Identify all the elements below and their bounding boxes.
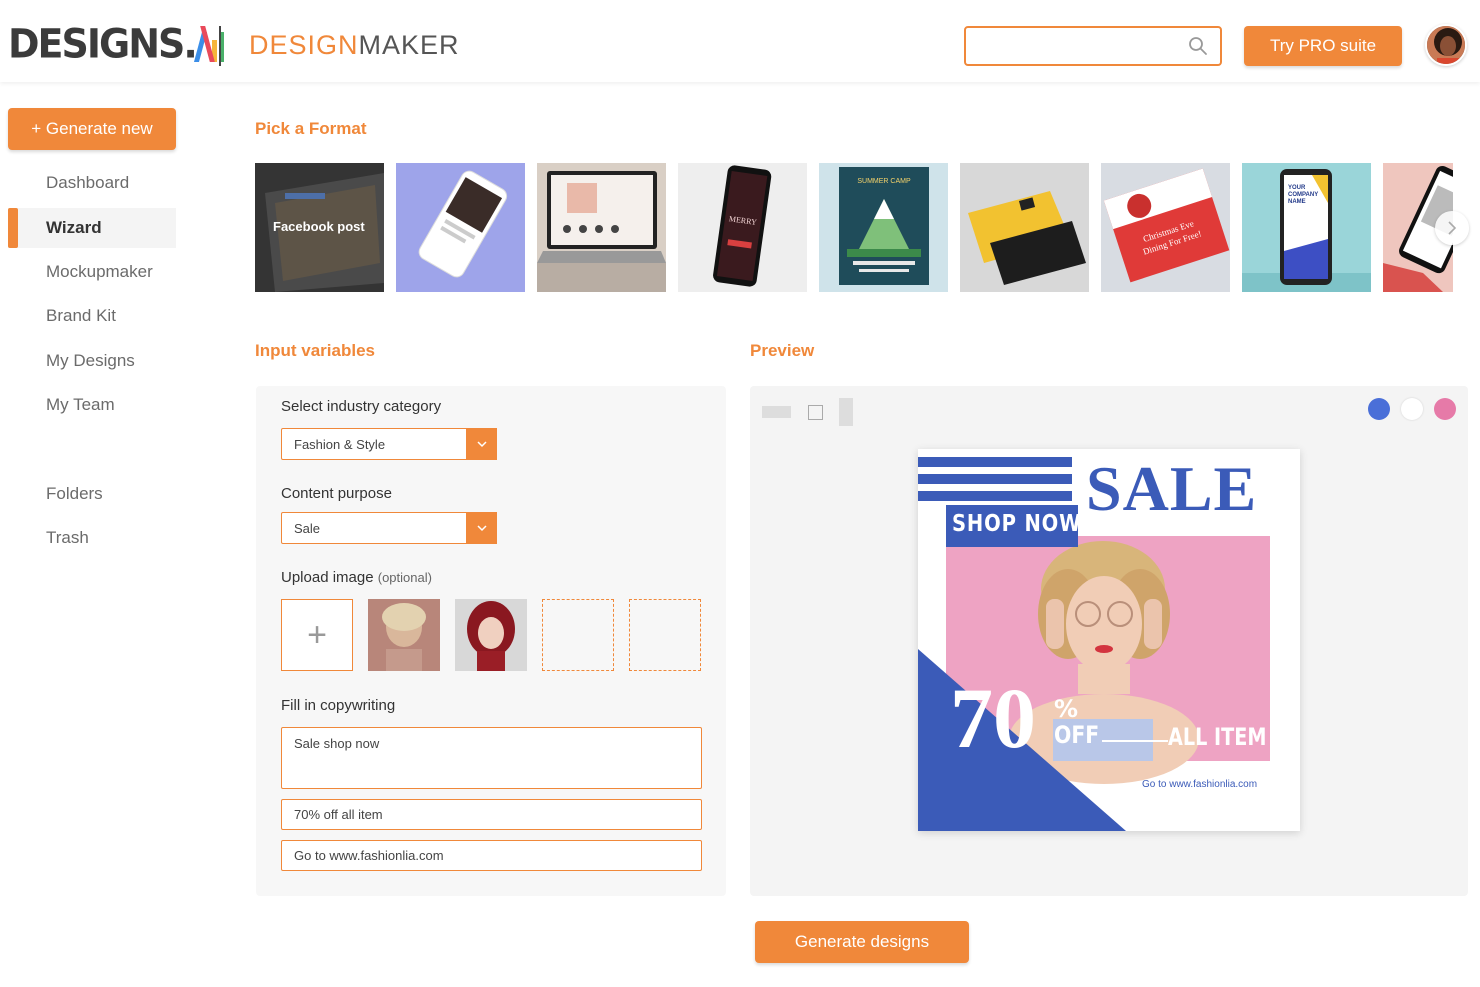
try-pro-button[interactable]: Try PRO suite: [1244, 26, 1402, 66]
format-label: Facebook post: [273, 219, 365, 234]
logo-ai-mark: [193, 26, 226, 62]
sale-headline: SALE: [1086, 453, 1258, 524]
format-flyer[interactable]: Christmas Eve Dining For Free!: [1101, 163, 1230, 292]
nav-label: Brand Kit: [46, 306, 116, 325]
format-poster[interactable]: SUMMER CAMP: [819, 163, 948, 292]
header-divider: [219, 26, 221, 66]
app-header: DESIGNS. DESIGNMAKER Try PRO suite: [0, 0, 1480, 82]
nav-brand-kit[interactable]: Brand Kit: [8, 296, 176, 336]
upload-label: Upload image (optional): [281, 569, 432, 586]
portrait-format-option[interactable]: [839, 398, 853, 426]
search-input[interactable]: [964, 26, 1222, 66]
preview-design-card[interactable]: SALE SHOP NOW 70 % OFF ALL ITEM Go to ww…: [918, 449, 1300, 831]
nav-my-team[interactable]: My Team: [8, 385, 176, 425]
copy-url-input[interactable]: Go to www.fashionlia.com: [281, 840, 702, 871]
nav-label: My Team: [46, 395, 115, 414]
search-icon[interactable]: [1188, 36, 1208, 56]
upload-slot[interactable]: [629, 599, 701, 671]
nav-my-designs[interactable]: My Designs: [8, 341, 176, 381]
industry-label: Select industry category: [281, 398, 442, 415]
plus-icon: +: [307, 615, 327, 654]
chevron-down-icon[interactable]: [466, 512, 497, 544]
uploaded-image-thumb[interactable]: [455, 599, 527, 671]
nav-label: Trash: [46, 528, 89, 547]
square-format-option[interactable]: [808, 405, 823, 420]
format-facebook-post[interactable]: Facebook post: [255, 163, 384, 292]
svg-text:COMPANY: COMPANY: [1288, 192, 1318, 198]
landscape-format-option[interactable]: [762, 406, 791, 418]
card-divider: [1102, 740, 1168, 742]
generate-new-button[interactable]: + Generate new: [8, 108, 176, 150]
pick-format-title: Pick a Format: [255, 119, 367, 138]
off-text: OFF: [1054, 721, 1100, 749]
format-carousel: Facebook post MERRY SUMMER CAMP Christma…: [255, 163, 1453, 292]
product-name: DESIGNMAKER: [249, 30, 460, 60]
svg-text:NAME: NAME: [1288, 199, 1306, 205]
purpose-label: Content purpose: [281, 485, 392, 502]
format-mobile-ad[interactable]: YOUR COMPANY NAME: [1242, 163, 1371, 292]
copywriting-label: Fill in copywriting: [281, 697, 396, 714]
format-instagram-story[interactable]: [396, 163, 525, 292]
upload-slot[interactable]: [542, 599, 614, 671]
nav-label: Wizard: [46, 218, 102, 237]
carousel-next-button[interactable]: [1435, 211, 1469, 245]
format-mobile-story[interactable]: MERRY: [678, 163, 807, 292]
input-variables-title: Input variables: [255, 341, 375, 360]
color-option-pink[interactable]: [1434, 398, 1456, 420]
color-option-white[interactable]: [1401, 398, 1423, 420]
copy-offer-input[interactable]: 70% off all item: [281, 799, 702, 830]
generate-designs-button[interactable]: Generate designs: [755, 921, 969, 963]
all-item-text: ALL ITEM: [1168, 723, 1267, 751]
nav-trash[interactable]: Trash: [8, 518, 176, 558]
percent-text: %: [1054, 695, 1079, 723]
uploaded-image-thumb[interactable]: [368, 599, 440, 671]
nav-dashboard[interactable]: Dashboard: [8, 163, 176, 203]
logo-text: DESIGNS.: [8, 20, 198, 68]
designs-ai-logo[interactable]: DESIGNS.: [8, 20, 226, 68]
card-url-text: Go to www.fashionlia.com: [1142, 779, 1258, 790]
preview-title: Preview: [750, 341, 815, 360]
format-website-banner[interactable]: [537, 163, 666, 292]
nav-label: Mockupmaker: [46, 262, 153, 281]
chevron-right-icon: [1448, 221, 1457, 235]
nav-label: Folders: [46, 484, 103, 503]
color-option-blue[interactable]: [1368, 398, 1390, 420]
industry-value: Fashion & Style: [294, 436, 386, 452]
copy-headline-input[interactable]: Sale shop now: [281, 727, 702, 789]
industry-select[interactable]: Fashion & Style: [281, 428, 497, 460]
chevron-down-icon[interactable]: [466, 428, 497, 460]
nav-wizard[interactable]: Wizard: [8, 208, 176, 248]
nav-mockupmaker[interactable]: Mockupmaker: [8, 252, 176, 292]
nav-label: Dashboard: [46, 173, 130, 192]
discount-number: 70: [950, 670, 1036, 766]
upload-add-button[interactable]: +: [281, 599, 353, 671]
shop-now-text: SHOP NOW: [952, 511, 1082, 537]
user-avatar[interactable]: [1425, 24, 1467, 66]
nav-folders[interactable]: Folders: [8, 474, 176, 514]
format-business-card[interactable]: [960, 163, 1089, 292]
svg-text:SUMMER CAMP: SUMMER CAMP: [857, 178, 911, 185]
nav-label: My Designs: [46, 351, 135, 370]
svg-text:YOUR: YOUR: [1288, 185, 1306, 191]
purpose-select[interactable]: Sale: [281, 512, 497, 544]
purpose-value: Sale: [294, 520, 321, 536]
